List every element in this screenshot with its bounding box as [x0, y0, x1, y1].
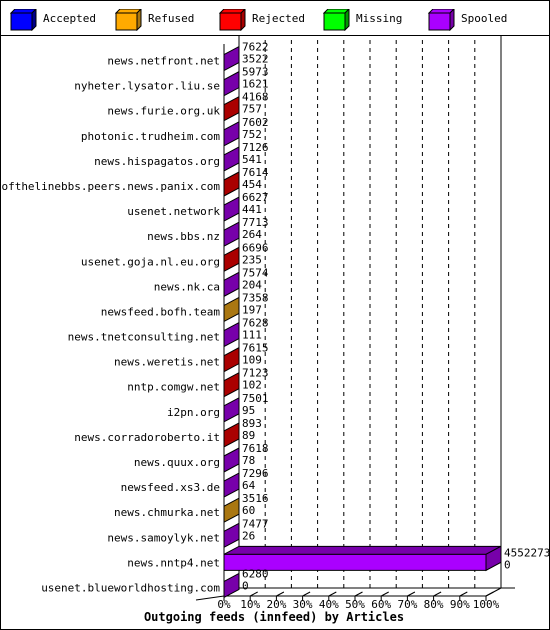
chart-title: Outgoing feeds (innfeed) by Articles	[144, 610, 404, 624]
bar	[223, 371, 240, 398]
bar-bottom-label: 235	[242, 253, 262, 266]
floor-grid-segment	[485, 591, 494, 597]
category-label: news.samoylyk.net	[107, 531, 220, 544]
bar	[223, 321, 240, 348]
x-tick-label: 90%	[450, 598, 470, 611]
x-tick-label: 80%	[424, 598, 444, 611]
bar-bottom-label: 111	[242, 329, 262, 342]
category-label: newsfeed.bofh.team	[101, 305, 221, 318]
bar-bottom-label: 204	[242, 278, 262, 291]
bar-bottom-label: 78	[242, 454, 255, 467]
floor-grid-segment	[459, 591, 468, 597]
x-tick-label: 100%	[473, 598, 500, 611]
category-label: news.corradoroberto.it	[74, 431, 220, 444]
bar-bottom-label: 0	[504, 558, 511, 571]
bar-bottom-label: 26	[242, 529, 255, 542]
bar-bottom-label: 1621	[242, 78, 269, 91]
category-label: news.bbs.nz	[147, 230, 220, 243]
category-label: news.quux.org	[134, 456, 220, 469]
bar	[223, 447, 240, 473]
bar-bottom-label: 0	[242, 579, 249, 592]
bar	[223, 271, 240, 298]
category-label: nyheter.lysator.liu.se	[74, 80, 220, 93]
floor-grid-segment	[407, 591, 416, 597]
category-label: news.netfront.net	[107, 55, 220, 68]
category-label: usenet.blueworldhosting.com	[41, 581, 220, 594]
floor-grid-segment	[302, 591, 311, 597]
bar	[223, 221, 240, 248]
bar-bottom-label: 264	[242, 228, 262, 241]
floor-grid-segment	[380, 591, 389, 597]
bar	[223, 146, 240, 172]
bar	[223, 95, 240, 122]
bar-bottom-label: 89	[242, 429, 255, 442]
bar-bottom-label: 102	[242, 379, 262, 392]
category-label: photonic.trudheim.com	[81, 130, 220, 143]
category-label: news.chmurka.net	[114, 506, 220, 519]
bar-top-face	[223, 545, 502, 555]
bar	[223, 497, 240, 524]
bar-bottom-label: 454	[242, 178, 262, 191]
bar-bottom-label: 541	[242, 153, 262, 166]
category-label: nntp.comgw.net	[127, 381, 220, 394]
category-label: usenet.goja.nl.eu.org	[81, 255, 220, 268]
category-label: endofthelinebbs.peers.news.panix.com	[0, 180, 220, 193]
category-label: newsfeed.xs3.de	[121, 481, 220, 494]
category-label: i2pn.org	[167, 406, 220, 419]
category-label: news.nntp4.net	[127, 556, 220, 569]
bar	[223, 171, 240, 197]
bar	[223, 522, 240, 549]
floor-grid-segment	[276, 591, 285, 597]
category-label: news.nk.ca	[154, 280, 220, 293]
bar	[223, 296, 240, 323]
bar	[223, 346, 240, 373]
label-layer: 0% 10% 20% 30% 40% 50% 60% 70% 80% 90% 100%7622352…	[0, 41, 550, 611]
category-label: news.furie.org.uk	[107, 105, 220, 118]
bar-bottom-label: 441	[242, 203, 262, 216]
floor-grid-segment	[354, 591, 363, 597]
category-label: news.tnetconsulting.net	[68, 331, 220, 344]
floor-grid-segment	[433, 591, 442, 597]
category-label: news.hispagatos.org	[94, 155, 220, 168]
bar-bottom-label: 757	[242, 103, 262, 116]
bar-chart: 0% 10% 20% 30% 40% 50% 60% 70% 80% 90% 100%7622352…	[0, 36, 550, 624]
bar-bottom-label: 64	[242, 479, 256, 492]
bar	[223, 45, 240, 72]
bar	[223, 120, 240, 147]
bar	[223, 70, 240, 97]
bar-bottom-label: 3522	[242, 53, 269, 66]
bar	[223, 196, 240, 222]
category-label: news.weretis.net	[114, 356, 220, 369]
bar-bottom-label: 197	[242, 303, 262, 316]
floor-grid-segment	[249, 591, 258, 597]
bar-bottom-label: 95	[242, 404, 255, 417]
bar-top-label: 4552273	[504, 546, 550, 559]
category-label: usenet.network	[127, 205, 220, 218]
bar	[223, 572, 240, 599]
bar	[223, 396, 240, 423]
bar-bottom-label: 109	[242, 354, 262, 367]
bar	[223, 422, 240, 448]
bar	[223, 472, 240, 498]
bar-bottom-label: 752	[242, 128, 262, 141]
bar-bottom-label: 60	[242, 504, 255, 517]
bar	[223, 246, 240, 273]
floor-grid-segment	[328, 591, 337, 597]
